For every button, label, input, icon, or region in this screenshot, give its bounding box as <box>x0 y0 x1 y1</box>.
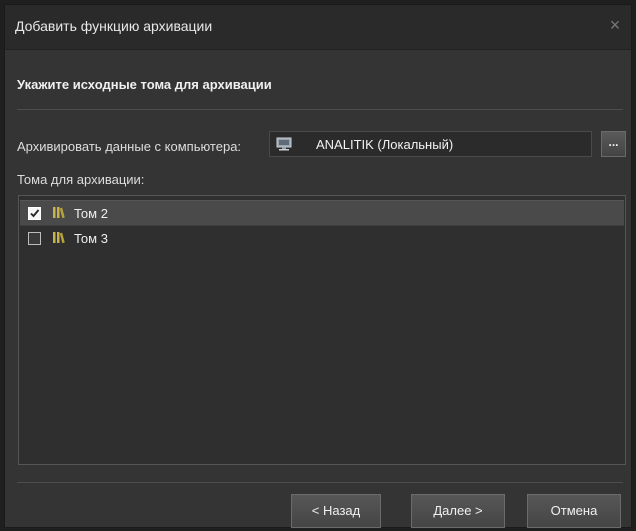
source-computer-label: Архивировать данные с компьютера: <box>17 139 242 154</box>
checkmark-icon <box>30 209 40 218</box>
next-button[interactable]: Далее > <box>411 494 505 528</box>
volume-checkbox[interactable] <box>28 232 41 245</box>
volume-row[interactable]: Том 2 <box>20 200 624 226</box>
volume-checkbox[interactable] <box>28 207 41 220</box>
dialog-window: Добавить функцию архивации × Укажите исх… <box>4 4 632 528</box>
section-heading: Укажите исходные тома для архивации <box>17 77 272 92</box>
dialog-content: Укажите исходные тома для архивации Архи… <box>5 50 631 528</box>
source-computer-field[interactable]: ANALITIK (Локальный) <box>269 131 592 157</box>
back-button[interactable]: < Назад <box>291 494 381 528</box>
header-divider <box>17 109 623 110</box>
title-bar: Добавить функцию архивации × <box>5 5 631 50</box>
close-icon[interactable]: × <box>605 15 625 35</box>
volume-icon <box>52 206 68 220</box>
volume-row[interactable]: Том 3 <box>20 226 624 252</box>
computer-icon <box>276 137 292 151</box>
cancel-button[interactable]: Отмена <box>527 494 621 528</box>
footer-divider <box>17 482 623 483</box>
volumes-list[interactable]: Том 2 Том 3 <box>18 195 626 465</box>
volume-name: Том 3 <box>74 231 108 246</box>
browse-computer-button[interactable]: ... <box>601 131 626 157</box>
volume-name: Том 2 <box>74 206 108 221</box>
window-title: Добавить функцию архивации <box>15 18 213 34</box>
volume-icon <box>52 231 68 245</box>
source-computer-value: ANALITIK (Локальный) <box>316 137 454 152</box>
volumes-label: Тома для архивации: <box>17 172 145 187</box>
